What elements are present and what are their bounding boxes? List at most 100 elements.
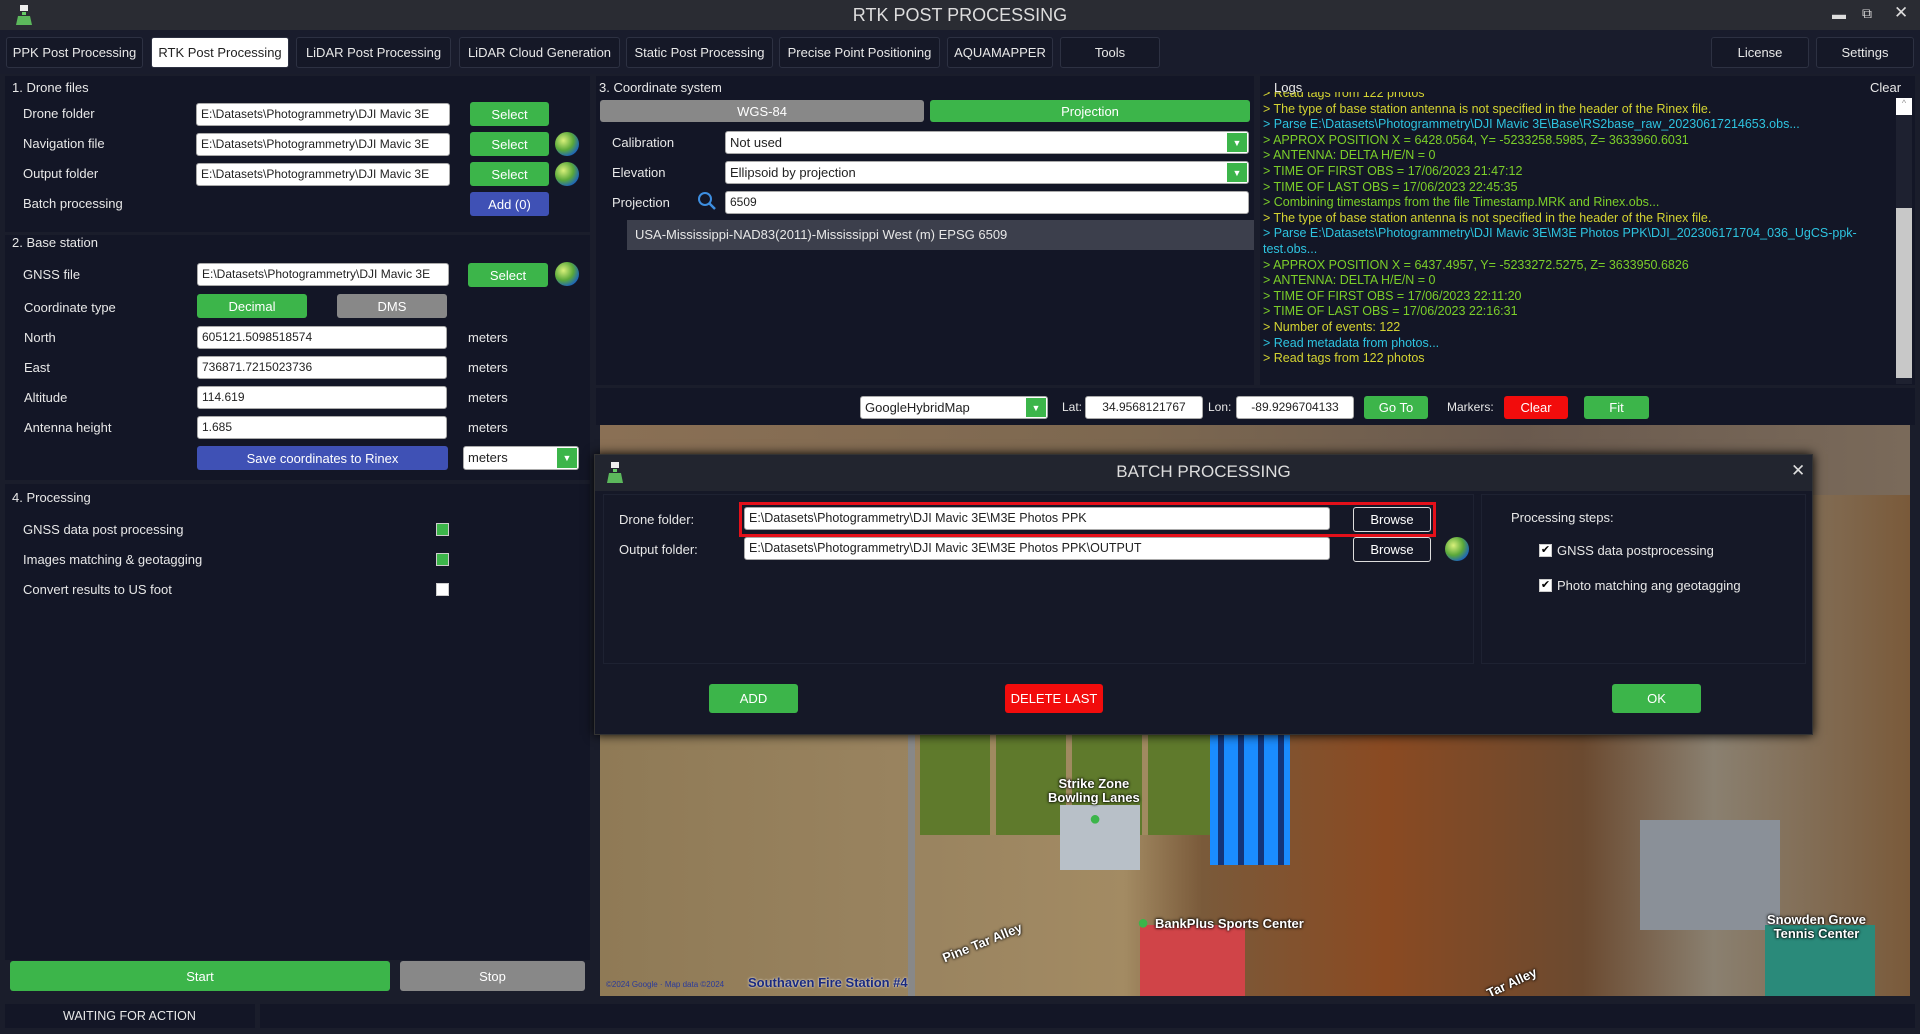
window-title: RTK POST PROCESSING (852, 5, 1068, 25)
north-input[interactable]: 605121.5098518574 (197, 326, 447, 349)
map-label-strike-zone: Strike Zone Bowling Lanes (1048, 776, 1140, 805)
select-drone-folder-button[interactable]: Select (470, 102, 549, 126)
scrollbar-thumb[interactable] (1896, 208, 1912, 378)
tab-static[interactable]: Static Post Processing (626, 37, 773, 68)
sports-center-building (1140, 925, 1245, 996)
elevation-value: Ellipsoid by projection (730, 165, 856, 180)
tab-ppp[interactable]: Precise Point Positioning (779, 37, 940, 68)
coordinate-type-label: Coordinate type (24, 300, 116, 315)
altitude-input[interactable]: 114.619 (197, 386, 447, 409)
projection-result-item[interactable]: USA-Mississippi-NAD83(2011)-Mississippi … (627, 220, 1254, 250)
globe-icon[interactable] (555, 262, 579, 286)
globe-icon[interactable] (1445, 537, 1469, 561)
drone-folder-input[interactable]: E:\Datasets\Photogrammetry\DJI Mavic 3E (196, 103, 450, 126)
tab-ppk[interactable]: PPK Post Processing (6, 37, 143, 68)
gnss-processing-checkbox[interactable] (436, 523, 449, 536)
navigation-file-label: Navigation file (23, 136, 105, 151)
license-button[interactable]: License (1711, 37, 1809, 68)
start-button[interactable]: Start (10, 961, 390, 991)
lon-input[interactable]: -89.9296704133 (1236, 396, 1354, 419)
decimal-toggle[interactable]: Decimal (197, 294, 307, 318)
unit-select[interactable]: meters ▼ (463, 446, 579, 470)
ok-button[interactable]: OK (1612, 684, 1701, 713)
log-line: > APPROX POSITION X = 6437.4957, Y= -523… (1263, 257, 1689, 272)
step-gnss-checkbox[interactable]: ✔ (1539, 544, 1552, 557)
log-line: > Number of events: 122 (1263, 319, 1401, 334)
batch-processing-label: Batch processing (23, 196, 123, 211)
restore-icon[interactable]: ⧉ (1862, 5, 1872, 22)
projection-toggle[interactable]: Projection (930, 100, 1250, 122)
status-bar (260, 1004, 1915, 1028)
minimize-icon[interactable]: ▬ (1832, 6, 1846, 22)
search-icon[interactable] (697, 191, 717, 214)
dms-toggle[interactable]: DMS (337, 294, 447, 318)
antenna-height-unit: meters (468, 420, 508, 435)
tab-tools[interactable]: Tools (1060, 37, 1160, 68)
scroll-up-icon[interactable]: ^ (1896, 98, 1912, 115)
log-line: > The type of base station antenna is no… (1263, 101, 1712, 116)
elevation-select[interactable]: Ellipsoid by projection ▼ (725, 161, 1249, 184)
dialog-close-icon[interactable]: ✕ (1791, 461, 1805, 481)
log-line: > TIME OF LAST OBS = 17/06/2023 22:45:35 (1263, 179, 1518, 194)
log-line: > Parse E:\Datasets\Photogrammetry\DJI M… (1263, 226, 1857, 241)
globe-icon[interactable] (555, 132, 579, 156)
tab-lidar-post[interactable]: LiDAR Post Processing (296, 37, 451, 68)
gnss-file-input[interactable]: E:\Datasets\Photogrammetry\DJI Mavic 3E (197, 263, 449, 286)
dialog-output-folder-label: Output folder: (619, 542, 698, 557)
dialog-drone-folder-label: Drone folder: (619, 512, 695, 527)
select-output-folder-button[interactable]: Select (470, 162, 549, 186)
tab-rtk[interactable]: RTK Post Processing (151, 37, 289, 68)
clear-markers-button[interactable]: Clear (1504, 396, 1568, 419)
settings-button[interactable]: Settings (1816, 37, 1914, 68)
log-line: > TIME OF FIRST OBS = 17/06/2023 22:11:2… (1263, 288, 1522, 303)
convert-us-foot-label: Convert results to US foot (23, 582, 172, 597)
map-type-select[interactable]: GoogleHybridMap ▼ (860, 396, 1048, 419)
batch-processing-dialog: BATCH PROCESSING ✕ Drone folder: E:\Data… (594, 454, 1813, 735)
browse-drone-folder-button[interactable]: Browse (1353, 507, 1431, 532)
flight-path-overlay (1210, 725, 1290, 865)
map-pin-icon[interactable]: ● (1137, 912, 1149, 935)
select-navigation-file-button[interactable]: Select (470, 132, 549, 156)
east-input[interactable]: 736871.7215023736 (197, 356, 447, 379)
browse-output-folder-button[interactable]: Browse (1353, 537, 1431, 562)
log-line: > ANTENNA: DELTA H/E/N = 0 (1263, 148, 1436, 163)
projection-search-input[interactable]: 6509 (725, 191, 1249, 214)
dialog-drone-folder-input[interactable]: E:\Datasets\Photogrammetry\DJI Mavic 3E\… (744, 507, 1330, 530)
unit-select-value: meters (468, 450, 508, 465)
step-photo-checkbox[interactable]: ✔ (1539, 579, 1552, 592)
images-matching-checkbox[interactable] (436, 553, 449, 566)
convert-us-foot-checkbox[interactable] (436, 583, 449, 596)
map-pin-icon[interactable]: ● (1089, 808, 1101, 831)
select-gnss-file-button[interactable]: Select (468, 263, 548, 287)
map-label-tar-alley: Tar Alley (1484, 964, 1540, 996)
log-line: > TIME OF LAST OBS = 17/06/2023 22:16:31 (1263, 304, 1518, 319)
altitude-unit: meters (468, 390, 508, 405)
output-folder-input[interactable]: E:\Datasets\Photogrammetry\DJI Mavic 3E (196, 163, 450, 186)
save-coordinates-button[interactable]: Save coordinates to Rinex (197, 446, 448, 470)
globe-icon[interactable] (555, 162, 579, 186)
lat-label: Lat: (1062, 400, 1083, 414)
antenna-height-input[interactable]: 1.685 (197, 416, 447, 439)
tab-aquamapper[interactable]: AQUAMAPPER (947, 37, 1053, 68)
map-attribution: ©2024 Google · Map data ©2024 (606, 980, 725, 989)
east-label: East (24, 360, 51, 375)
calibration-value: Not used (730, 135, 783, 150)
add-button[interactable]: ADD (709, 684, 798, 713)
log-line: > Read tags from 122 photos (1263, 92, 1425, 100)
batch-add-button[interactable]: Add (0) (470, 192, 549, 216)
wgs84-toggle[interactable]: WGS-84 (600, 100, 924, 122)
calibration-label: Calibration (612, 135, 675, 150)
log-line: > TIME OF FIRST OBS = 17/06/2023 21:47:1… (1263, 163, 1523, 178)
logs-scrollbar[interactable]: ^ (1896, 98, 1912, 384)
navigation-file-input[interactable]: E:\Datasets\Photogrammetry\DJI Mavic 3E (196, 133, 450, 156)
fit-button[interactable]: Fit (1584, 396, 1649, 419)
calibration-select[interactable]: Not used ▼ (725, 131, 1249, 154)
stop-button[interactable]: Stop (400, 961, 585, 991)
dialog-output-folder-input[interactable]: E:\Datasets\Photogrammetry\DJI Mavic 3E\… (744, 537, 1330, 560)
tab-lidar-cloud[interactable]: LiDAR Cloud Generation (459, 37, 620, 68)
road (908, 725, 915, 996)
close-icon[interactable]: ✕ (1894, 3, 1908, 23)
lat-input[interactable]: 34.9568121767 (1085, 396, 1203, 419)
goto-button[interactable]: Go To (1364, 396, 1428, 419)
delete-last-button[interactable]: DELETE LAST (1005, 684, 1103, 713)
